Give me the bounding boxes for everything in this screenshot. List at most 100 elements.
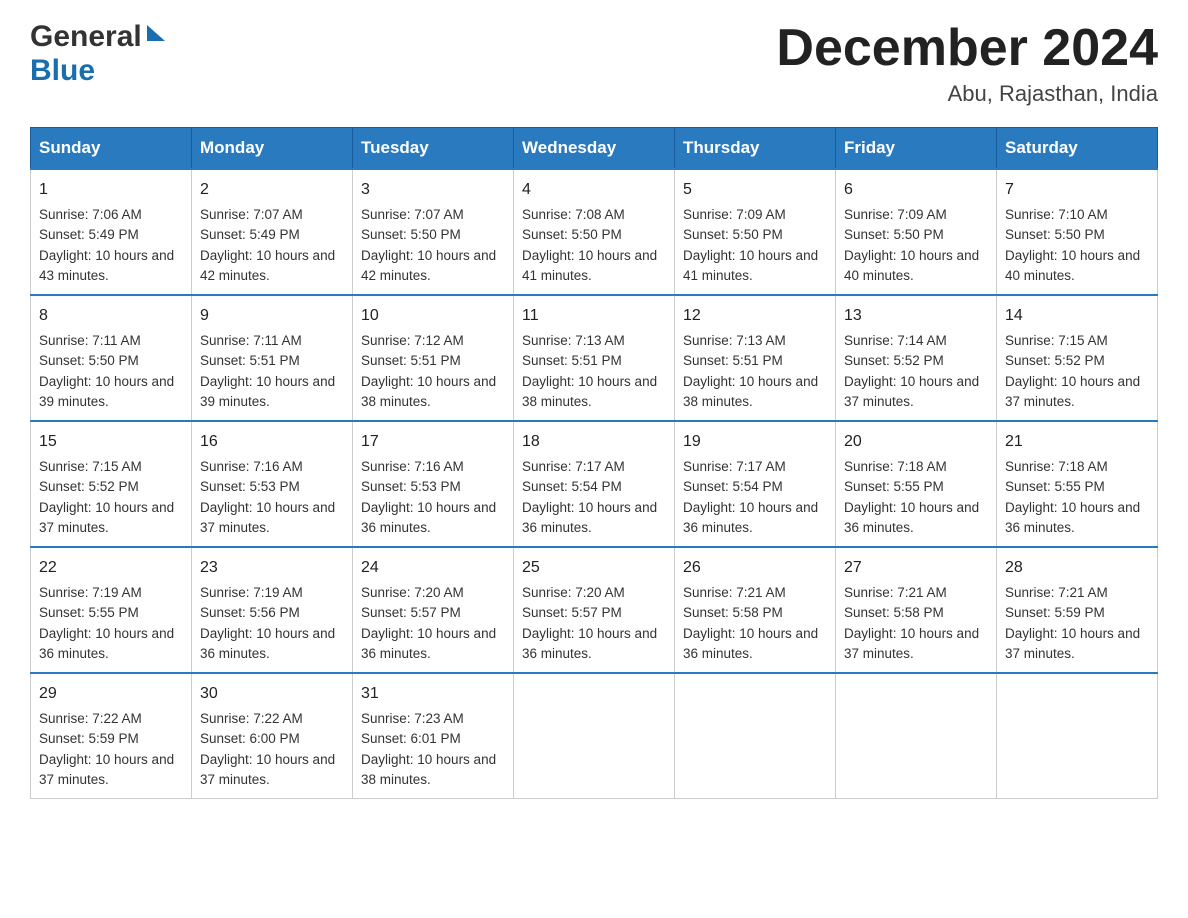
- sunset-info: Sunset: 5:54 PM: [522, 477, 666, 497]
- day-number: 21: [1005, 430, 1149, 454]
- week-row-3: 15Sunrise: 7:15 AMSunset: 5:52 PMDayligh…: [31, 421, 1158, 547]
- calendar-cell: 18Sunrise: 7:17 AMSunset: 5:54 PMDayligh…: [514, 421, 675, 547]
- daylight-info: Daylight: 10 hours and 36 minutes.: [200, 624, 344, 665]
- sunset-info: Sunset: 5:58 PM: [844, 603, 988, 623]
- daylight-info: Daylight: 10 hours and 36 minutes.: [844, 498, 988, 539]
- day-number: 30: [200, 682, 344, 706]
- daylight-info: Daylight: 10 hours and 37 minutes.: [200, 750, 344, 791]
- sunrise-info: Sunrise: 7:21 AM: [683, 583, 827, 603]
- sunrise-info: Sunrise: 7:11 AM: [200, 331, 344, 351]
- daylight-info: Daylight: 10 hours and 43 minutes.: [39, 246, 183, 287]
- daylight-info: Daylight: 10 hours and 36 minutes.: [361, 624, 505, 665]
- day-number: 11: [522, 304, 666, 328]
- sunrise-info: Sunrise: 7:12 AM: [361, 331, 505, 351]
- daylight-info: Daylight: 10 hours and 38 minutes.: [361, 372, 505, 413]
- day-number: 20: [844, 430, 988, 454]
- sunrise-info: Sunrise: 7:16 AM: [200, 457, 344, 477]
- day-number: 25: [522, 556, 666, 580]
- col-header-friday: Friday: [836, 128, 997, 170]
- col-header-tuesday: Tuesday: [353, 128, 514, 170]
- day-number: 9: [200, 304, 344, 328]
- daylight-info: Daylight: 10 hours and 36 minutes.: [1005, 498, 1149, 539]
- day-number: 15: [39, 430, 183, 454]
- daylight-info: Daylight: 10 hours and 38 minutes.: [522, 372, 666, 413]
- col-header-sunday: Sunday: [31, 128, 192, 170]
- calendar-cell: 22Sunrise: 7:19 AMSunset: 5:55 PMDayligh…: [31, 547, 192, 673]
- week-row-4: 22Sunrise: 7:19 AMSunset: 5:55 PMDayligh…: [31, 547, 1158, 673]
- daylight-info: Daylight: 10 hours and 39 minutes.: [39, 372, 183, 413]
- sunrise-info: Sunrise: 7:13 AM: [683, 331, 827, 351]
- week-row-5: 29Sunrise: 7:22 AMSunset: 5:59 PMDayligh…: [31, 673, 1158, 799]
- day-number: 31: [361, 682, 505, 706]
- day-number: 7: [1005, 178, 1149, 202]
- month-year-title: December 2024: [776, 20, 1158, 77]
- calendar-cell: 2Sunrise: 7:07 AMSunset: 5:49 PMDaylight…: [192, 169, 353, 295]
- sunset-info: Sunset: 5:55 PM: [844, 477, 988, 497]
- calendar-cell: 4Sunrise: 7:08 AMSunset: 5:50 PMDaylight…: [514, 169, 675, 295]
- calendar-cell: 7Sunrise: 7:10 AMSunset: 5:50 PMDaylight…: [997, 169, 1158, 295]
- sunrise-info: Sunrise: 7:22 AM: [200, 709, 344, 729]
- sunrise-info: Sunrise: 7:18 AM: [844, 457, 988, 477]
- week-row-1: 1Sunrise: 7:06 AMSunset: 5:49 PMDaylight…: [31, 169, 1158, 295]
- sunset-info: Sunset: 5:50 PM: [683, 225, 827, 245]
- daylight-info: Daylight: 10 hours and 37 minutes.: [844, 624, 988, 665]
- sunset-info: Sunset: 5:51 PM: [522, 351, 666, 371]
- calendar-cell: 13Sunrise: 7:14 AMSunset: 5:52 PMDayligh…: [836, 295, 997, 421]
- calendar-cell: 24Sunrise: 7:20 AMSunset: 5:57 PMDayligh…: [353, 547, 514, 673]
- calendar-cell: 14Sunrise: 7:15 AMSunset: 5:52 PMDayligh…: [997, 295, 1158, 421]
- day-number: 8: [39, 304, 183, 328]
- day-number: 13: [844, 304, 988, 328]
- calendar-cell: [675, 673, 836, 799]
- sunrise-info: Sunrise: 7:10 AM: [1005, 205, 1149, 225]
- day-number: 28: [1005, 556, 1149, 580]
- day-number: 27: [844, 556, 988, 580]
- calendar-cell: 30Sunrise: 7:22 AMSunset: 6:00 PMDayligh…: [192, 673, 353, 799]
- week-row-2: 8Sunrise: 7:11 AMSunset: 5:50 PMDaylight…: [31, 295, 1158, 421]
- sunset-info: Sunset: 5:59 PM: [1005, 603, 1149, 623]
- sunset-info: Sunset: 5:49 PM: [200, 225, 344, 245]
- sunset-info: Sunset: 5:54 PM: [683, 477, 827, 497]
- sunset-info: Sunset: 5:50 PM: [844, 225, 988, 245]
- logo-blue-text: Blue: [30, 54, 95, 87]
- page-header: General Blue December 2024 Abu, Rajastha…: [30, 20, 1158, 107]
- calendar-cell: 17Sunrise: 7:16 AMSunset: 5:53 PMDayligh…: [353, 421, 514, 547]
- day-number: 10: [361, 304, 505, 328]
- sunset-info: Sunset: 5:55 PM: [39, 603, 183, 623]
- day-number: 23: [200, 556, 344, 580]
- daylight-info: Daylight: 10 hours and 40 minutes.: [1005, 246, 1149, 287]
- calendar-cell: 12Sunrise: 7:13 AMSunset: 5:51 PMDayligh…: [675, 295, 836, 421]
- daylight-info: Daylight: 10 hours and 42 minutes.: [361, 246, 505, 287]
- day-number: 2: [200, 178, 344, 202]
- location-subtitle: Abu, Rajasthan, India: [776, 81, 1158, 107]
- sunrise-info: Sunrise: 7:20 AM: [361, 583, 505, 603]
- sunrise-info: Sunrise: 7:19 AM: [200, 583, 344, 603]
- calendar-cell: 19Sunrise: 7:17 AMSunset: 5:54 PMDayligh…: [675, 421, 836, 547]
- calendar-cell: 16Sunrise: 7:16 AMSunset: 5:53 PMDayligh…: [192, 421, 353, 547]
- sunrise-info: Sunrise: 7:06 AM: [39, 205, 183, 225]
- daylight-info: Daylight: 10 hours and 38 minutes.: [683, 372, 827, 413]
- day-number: 4: [522, 178, 666, 202]
- sunset-info: Sunset: 5:59 PM: [39, 729, 183, 749]
- day-number: 18: [522, 430, 666, 454]
- sunrise-info: Sunrise: 7:14 AM: [844, 331, 988, 351]
- sunrise-info: Sunrise: 7:21 AM: [844, 583, 988, 603]
- sunrise-info: Sunrise: 7:23 AM: [361, 709, 505, 729]
- sunrise-info: Sunrise: 7:08 AM: [522, 205, 666, 225]
- logo-triangle-icon: [145, 23, 167, 50]
- col-header-wednesday: Wednesday: [514, 128, 675, 170]
- calendar-cell: 15Sunrise: 7:15 AMSunset: 5:52 PMDayligh…: [31, 421, 192, 547]
- day-number: 14: [1005, 304, 1149, 328]
- sunrise-info: Sunrise: 7:15 AM: [39, 457, 183, 477]
- sunset-info: Sunset: 5:49 PM: [39, 225, 183, 245]
- day-number: 5: [683, 178, 827, 202]
- daylight-info: Daylight: 10 hours and 36 minutes.: [522, 498, 666, 539]
- calendar-cell: 8Sunrise: 7:11 AMSunset: 5:50 PMDaylight…: [31, 295, 192, 421]
- sunset-info: Sunset: 5:50 PM: [361, 225, 505, 245]
- col-header-monday: Monday: [192, 128, 353, 170]
- day-number: 12: [683, 304, 827, 328]
- day-number: 19: [683, 430, 827, 454]
- day-number: 3: [361, 178, 505, 202]
- day-number: 1: [39, 178, 183, 202]
- calendar-cell: 11Sunrise: 7:13 AMSunset: 5:51 PMDayligh…: [514, 295, 675, 421]
- sunrise-info: Sunrise: 7:09 AM: [844, 205, 988, 225]
